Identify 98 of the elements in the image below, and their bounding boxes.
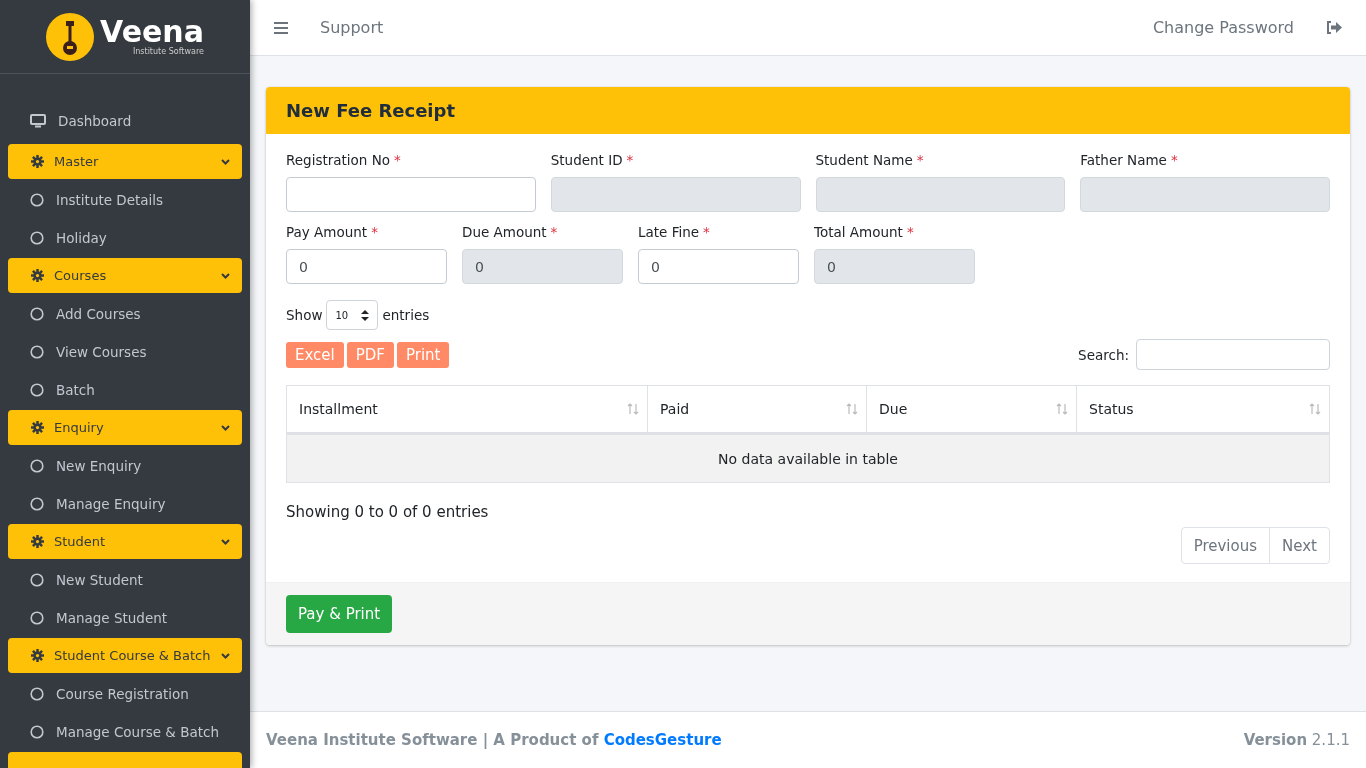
required-mark: * — [371, 224, 378, 240]
sidebar-item-label: Holiday — [56, 229, 107, 246]
sidebar-item-label: Manage Enquiry — [56, 495, 166, 512]
change-password-link[interactable]: Change Password — [1152, 18, 1294, 37]
table-info: Showing 0 to 0 of 0 entries — [286, 503, 490, 521]
circle-icon — [30, 382, 44, 397]
circle-icon — [30, 306, 44, 321]
gear-icon — [31, 649, 44, 662]
gear-icon — [31, 155, 44, 168]
sort-icon — [1309, 403, 1321, 415]
input-field[interactable] — [286, 177, 536, 212]
sidebar-item-label: New Student — [56, 571, 143, 588]
show-label: Show — [286, 307, 323, 323]
circle-icon — [30, 572, 44, 587]
sort-icon — [627, 403, 639, 415]
field-label: Late Fine * — [638, 224, 711, 240]
circle-icon — [30, 192, 44, 207]
input-field[interactable]: 0 — [638, 249, 799, 284]
monitor-icon — [30, 113, 46, 128]
required-mark: * — [394, 152, 401, 168]
field-label: Pay Amount * — [286, 224, 379, 240]
circle-icon — [30, 458, 44, 473]
footer-link[interactable]: CodesGesture — [603, 731, 722, 749]
required-mark: * — [916, 152, 924, 168]
gear-icon — [31, 421, 44, 434]
search-field[interactable] — [1136, 339, 1330, 370]
chevron-icon — [221, 652, 230, 659]
required-mark: * — [626, 152, 634, 168]
sort-icon — [1056, 403, 1068, 415]
field-label: Student Name * — [815, 152, 925, 168]
menu-group-header[interactable]: Enquiry — [8, 410, 242, 445]
circle-icon — [30, 724, 44, 739]
sidebar-item[interactable]: New Enquiry — [8, 448, 242, 483]
circle-icon — [30, 230, 44, 245]
required-mark: * — [550, 224, 558, 240]
gear-icon — [31, 269, 44, 282]
sidebar-item[interactable]: Manage Course & Batch — [8, 714, 242, 749]
field-label: Student ID * — [550, 152, 635, 168]
field-label: Registration No * — [286, 152, 402, 168]
sort-caret-icon — [361, 309, 370, 321]
chevron-icon — [221, 158, 230, 165]
brand-name: Veena — [100, 17, 204, 47]
menu-group-label: Student Course & Batch — [54, 648, 211, 663]
sidebar-item[interactable]: Holiday — [8, 220, 242, 255]
chevron-icon — [221, 272, 230, 279]
menu-group-label: Enquiry — [54, 420, 105, 435]
required-mark: * — [906, 224, 914, 240]
sign-out-icon[interactable] — [1326, 21, 1342, 34]
sidebar-item-label: Institute Details — [56, 191, 164, 208]
menu-group-header[interactable]: Student — [8, 524, 242, 559]
menu-icon[interactable] — [274, 21, 288, 34]
sidebar-item[interactable]: Dashboard — [8, 103, 242, 138]
input-field[interactable]: 0 — [286, 249, 447, 284]
circle-icon — [30, 496, 44, 511]
circle-icon — [30, 686, 44, 701]
sidebar-item[interactable]: Manage Student — [8, 600, 242, 635]
sidebar-item[interactable]: New Student — [8, 562, 242, 597]
footer-text: Veena Institute Software | A Product of CodesGesture — [266, 731, 722, 749]
sidebar-item-label: View Courses — [56, 343, 147, 360]
veena-logo-icon — [46, 12, 95, 61]
field-label: Total Amount * — [814, 224, 915, 240]
circle-icon — [30, 344, 44, 359]
menu-group-header[interactable]: Courses — [8, 258, 242, 293]
sidebar-item-label: Batch — [56, 381, 95, 398]
sidebar-item-label: Dashboard — [58, 112, 132, 129]
version-text: Version 2.1.1 — [1243, 731, 1350, 749]
sidebar-item[interactable]: View Courses — [8, 334, 242, 369]
sidebar-item[interactable]: Manage Enquiry — [8, 486, 242, 521]
sidebar-item-label: New Enquiry — [56, 457, 142, 474]
sidebar-item-label: Course Registration — [56, 685, 189, 702]
required-mark: * — [703, 224, 710, 240]
menu-group-header[interactable]: Master — [8, 144, 242, 179]
chevron-icon — [221, 424, 230, 431]
sidebar-item[interactable]: Course Registration — [8, 676, 242, 711]
sidebar-item[interactable]: Institute Details — [8, 182, 242, 217]
sidebar-item-label: Manage Student — [56, 609, 168, 626]
required-mark: * — [1170, 152, 1178, 168]
chevron-icon — [221, 538, 230, 545]
menu-group-header[interactable]: Student Course & Batch — [8, 638, 242, 673]
circle-icon — [30, 610, 44, 625]
menu-group-label: Student — [54, 534, 107, 549]
gear-icon — [31, 535, 44, 548]
search-label: Search: — [1078, 346, 1129, 363]
sidebar-item[interactable]: Add Courses — [8, 296, 242, 331]
nav-link[interactable]: Support — [320, 18, 384, 37]
sort-icon — [846, 403, 858, 415]
menu-group-label: Master — [54, 154, 100, 169]
brand-tagline: Institute Software — [132, 47, 204, 56]
sidebar-item-label: Manage Course & Batch — [56, 723, 219, 740]
card-title: New Fee Receipt — [286, 100, 456, 121]
sidebar-item-label: Add Courses — [56, 305, 141, 322]
entries-label: entries — [382, 307, 430, 323]
entries-select[interactable]: 10 — [326, 300, 379, 330]
sidebar-item[interactable]: Batch — [8, 372, 242, 407]
menu-group-label: Courses — [54, 268, 108, 283]
field-label: Due Amount * — [462, 224, 559, 240]
empty-table-message: No data available in table — [286, 433, 1330, 483]
field-label: Father Name * — [1080, 152, 1179, 168]
